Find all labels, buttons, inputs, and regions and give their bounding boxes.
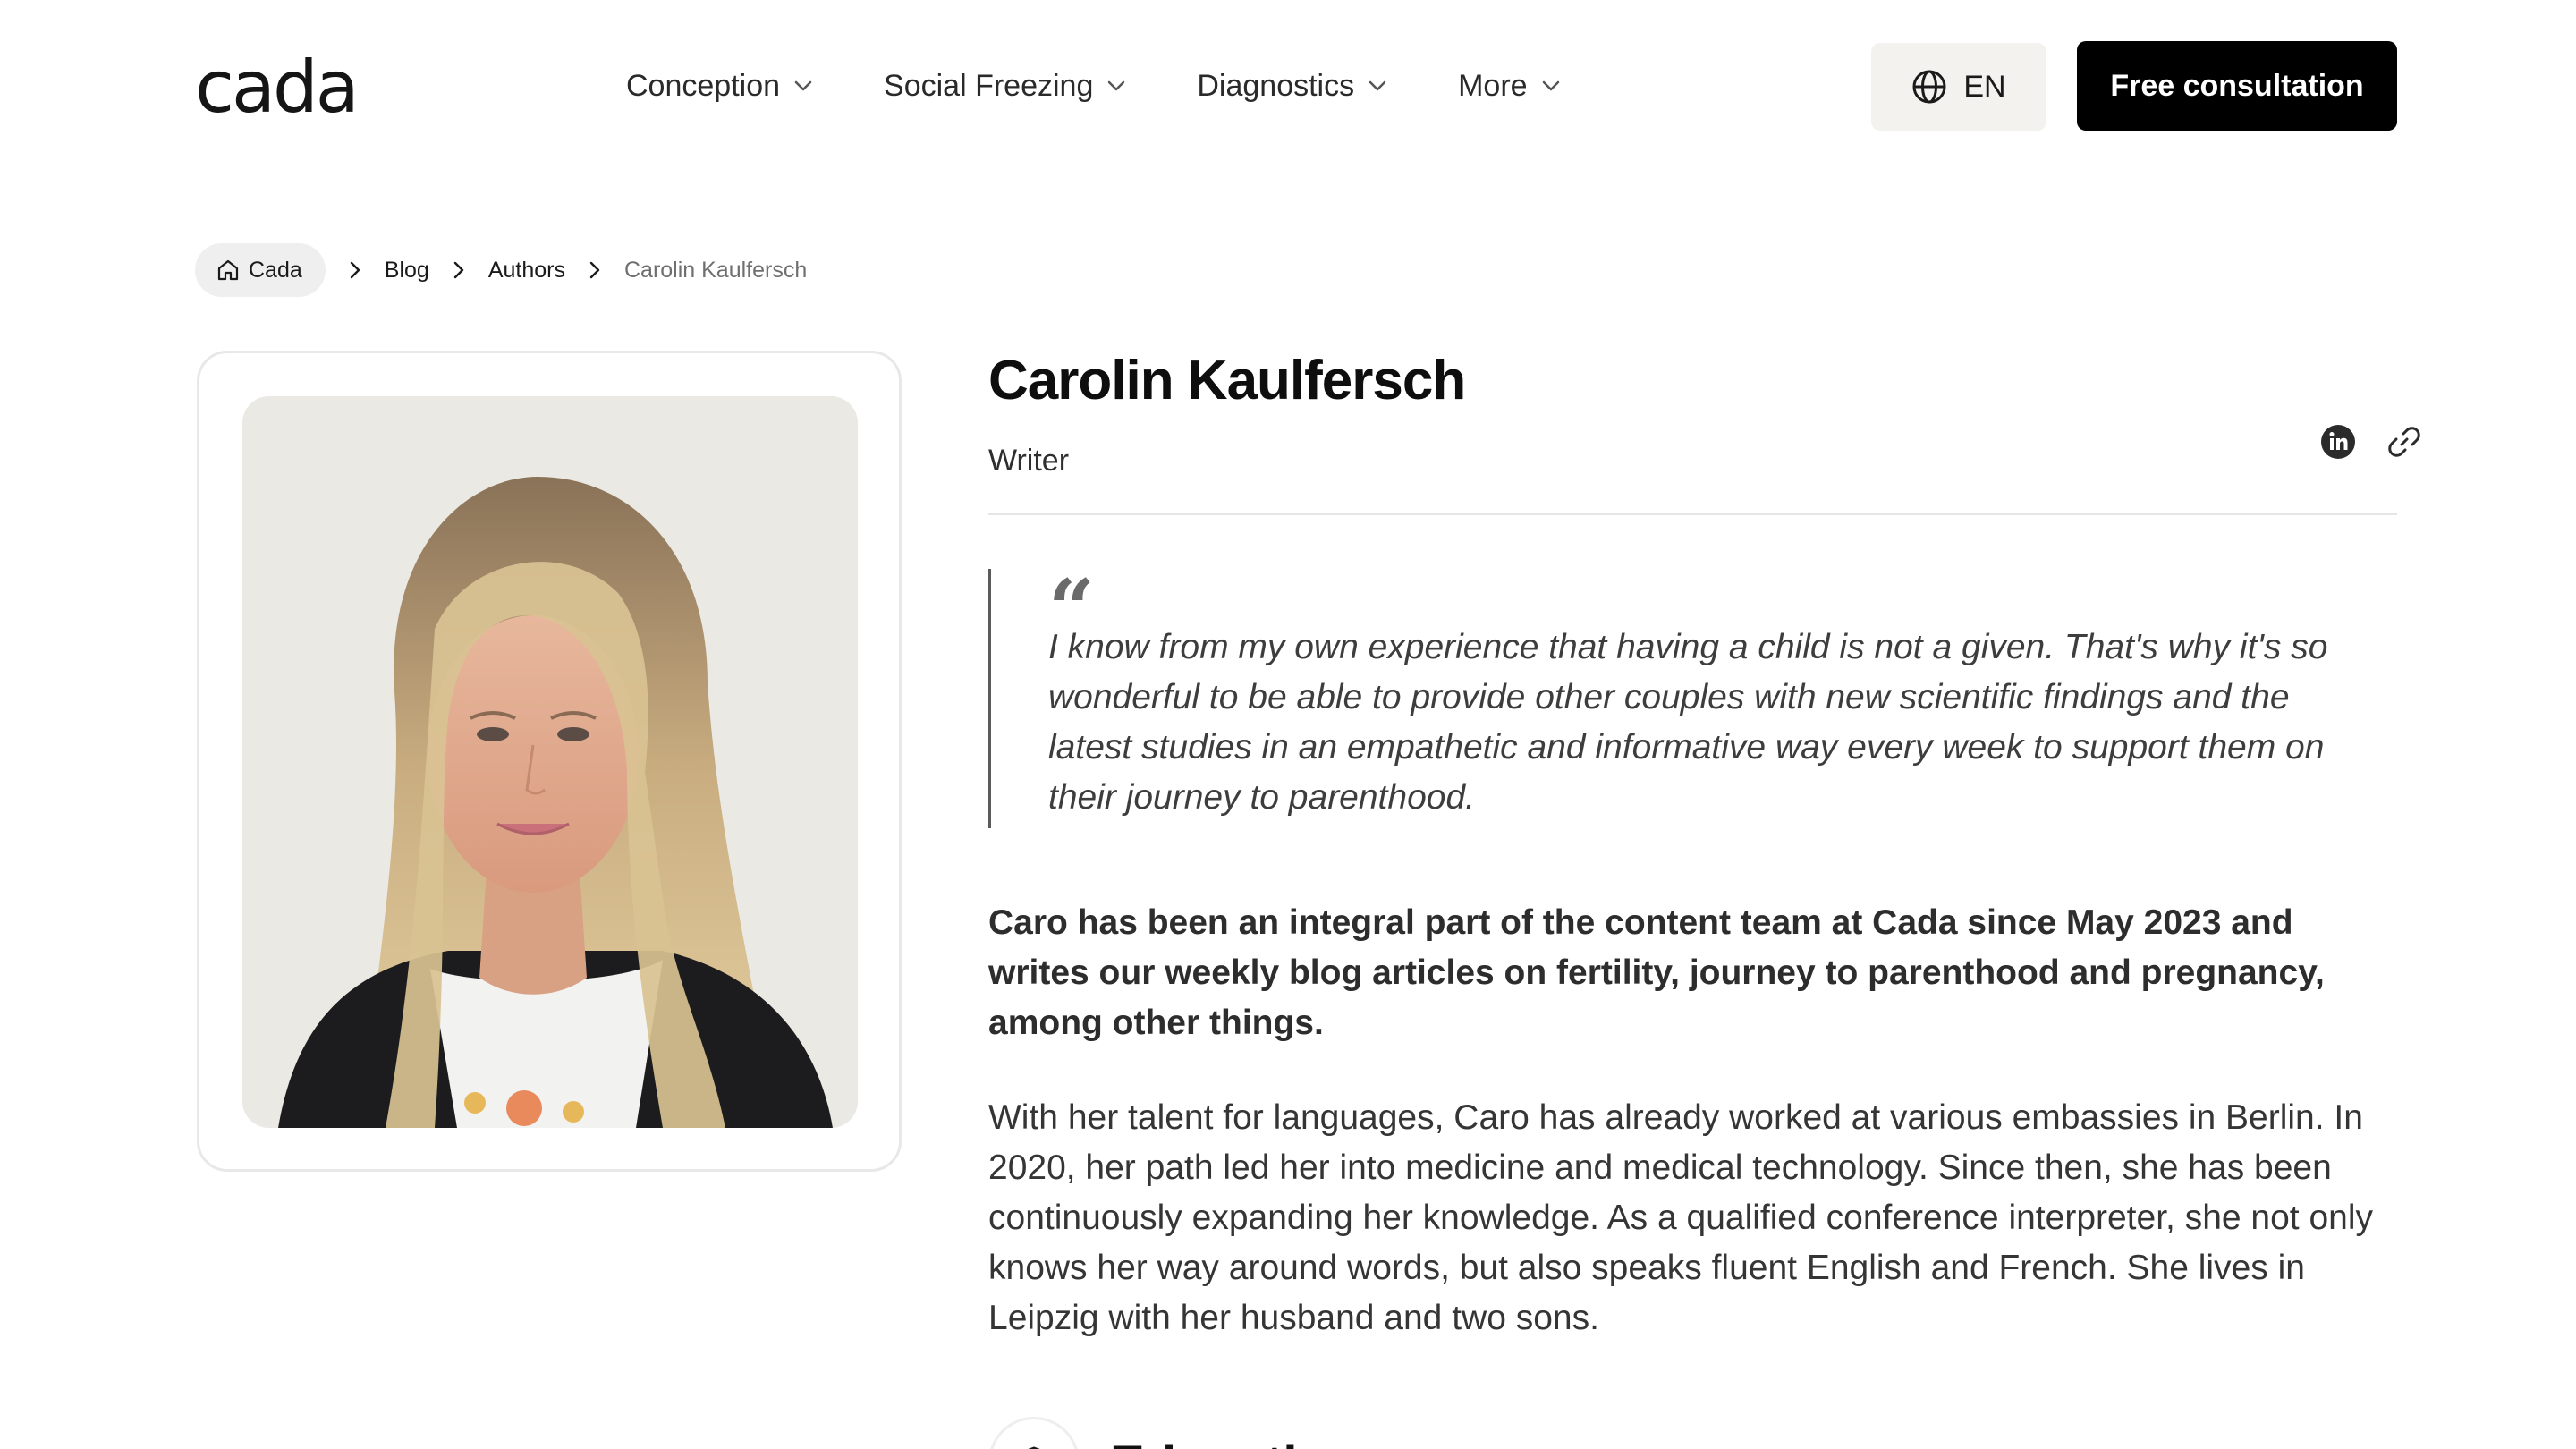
social-links [2292,422,2424,462]
chevron-right-icon [349,260,361,280]
chevron-down-icon [1368,80,1386,91]
site-header: cada Conception Social Freezing Diagnost… [0,0,2576,174]
nav-item-social-freezing[interactable]: Social Freezing [884,69,1125,104]
chevron-down-icon [794,80,812,91]
author-name: Carolin Kaulfersch [988,350,1466,411]
copy-link-button[interactable] [2385,422,2424,462]
breadcrumb: Cada Blog Authors Carolin Kaulfersch [195,243,807,297]
bio-body: With her talent for languages, Caro has … [988,1098,2374,1337]
education-title: Education [1110,1435,1360,1449]
nav-item-diagnostics[interactable]: Diagnostics [1197,69,1386,104]
breadcrumb-authors[interactable]: Authors [488,258,565,284]
breadcrumb-home-label: Cada [249,257,302,283]
chevron-right-icon [453,260,465,280]
graduation-cap-icon [988,1417,1080,1449]
author-role: Writer [988,444,1070,478]
chevron-right-icon [589,260,601,280]
chevron-down-icon [1108,80,1125,91]
nav-item-label: Conception [626,68,781,103]
nav-item-more[interactable]: More [1458,69,1559,104]
nav-item-label: Social Freezing [884,68,1094,103]
breadcrumb-home[interactable]: Cada [195,243,326,297]
author-quote: “ I know from my own experience that hav… [988,569,2397,828]
bio-lead: Caro has been an integral part of the co… [988,903,2325,1042]
chevron-down-icon [1542,80,1559,91]
globe-icon [1912,70,1946,104]
linkedin-icon [2321,425,2355,459]
author-photo [242,396,858,1128]
nav-item-label: More [1458,68,1528,103]
link-icon [2388,427,2420,457]
home-icon [217,259,239,281]
free-consultation-button[interactable]: Free consultation [2077,41,2397,131]
education-section-header: Education [988,1417,1360,1449]
breadcrumb-current: Carolin Kaulfersch [623,257,808,283]
breadcrumb-blog[interactable]: Blog [385,258,429,284]
main-nav: Conception Social Freezing Diagnostics M… [626,54,1631,118]
nav-item-conception[interactable]: Conception [626,69,812,104]
language-button[interactable]: EN [1871,43,2046,131]
author-photo-card [197,351,902,1172]
linkedin-link[interactable] [2318,422,2358,462]
quote-text: I know from my own experience that havin… [1048,628,2328,817]
language-label: EN [1963,69,2006,104]
header-divider [988,513,2397,515]
cada-logo[interactable]: cada [195,43,360,132]
nav-item-label: Diagnostics [1197,68,1355,103]
